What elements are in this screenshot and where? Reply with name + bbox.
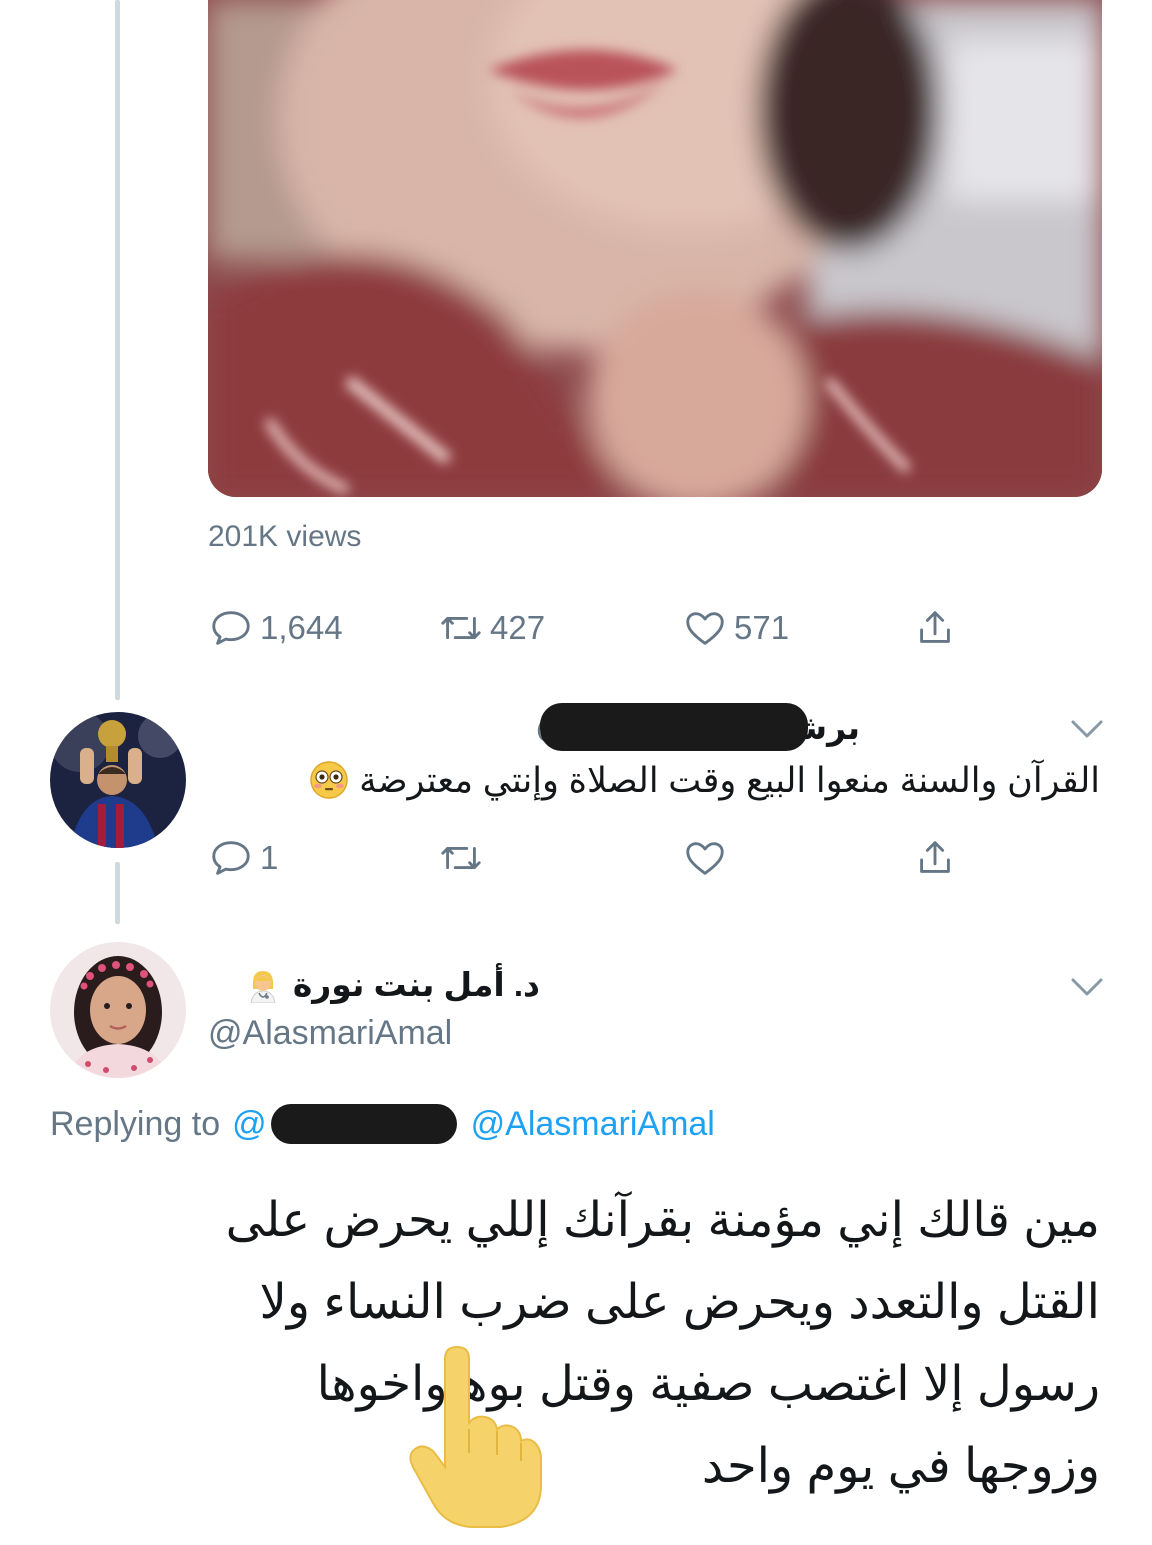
woman-health-worker-icon (250, 970, 276, 1003)
heart-icon (686, 612, 724, 645)
retweet-icon (441, 846, 481, 870)
tweet-line: مين قالك إني مؤمنة بقرآنك إللي يحرض على (225, 1194, 1100, 1247)
display-name[interactable]: د. أمل بنت نورة (293, 965, 540, 1004)
pointing-hand-icon (409, 1345, 542, 1528)
share-icon (920, 841, 950, 873)
retweet-count: 427 (490, 609, 546, 646)
speech-bubble-icon (212, 611, 250, 645)
reply-button[interactable]: 1,644 (208, 600, 343, 656)
redacted-handle (540, 703, 808, 751)
redacted-handle (270, 1104, 457, 1144)
like-button[interactable] (682, 830, 728, 886)
heart-icon (686, 842, 724, 875)
replying-handle-link[interactable]: @AlasmariAmal (471, 1105, 715, 1144)
tweet-thread: 201K views 1,644 427 571 القرآن والسنة م… (0, 0, 1152, 1545)
reply-one-text: القرآن والسنة منعوا البيع وقت الصلاة وإن… (299, 760, 1100, 801)
thread-line-middle (115, 862, 120, 924)
reply-one-actions: 1 (208, 830, 988, 886)
avatar[interactable] (50, 712, 186, 848)
retweet-button[interactable]: 427 (438, 600, 545, 656)
reply-button[interactable]: 1 (208, 830, 278, 886)
chevron-down-icon[interactable] (1070, 976, 1104, 998)
user-handle[interactable]: @AlasmariAmal (208, 1014, 452, 1053)
like-button[interactable]: 571 (682, 600, 789, 656)
avatar[interactable] (50, 942, 186, 1078)
like-count: 571 (734, 609, 790, 646)
video-thumbnail[interactable] (208, 0, 1102, 497)
views-count: 201K views (208, 520, 362, 553)
replying-at[interactable]: @ (232, 1105, 267, 1144)
tweet-line: القتل والتعدد ويحرض على ضرب النساء ولا (259, 1276, 1100, 1329)
tweet-line: وزوجها في يوم واحد (701, 1440, 1100, 1493)
tweet-body: القرآن والسنة منعوا البيع وقت الصلاة وإن… (359, 761, 1100, 800)
replying-label: Replying to (50, 1104, 221, 1143)
chevron-down-icon[interactable] (1070, 718, 1104, 740)
tweet-actions: 1,644 427 571 (208, 600, 988, 656)
replying-to: Replying to @ @AlasmariAmal (50, 1104, 715, 1144)
retweet-button[interactable] (438, 830, 484, 886)
share-button[interactable] (912, 600, 958, 656)
retweet-icon (441, 616, 481, 640)
share-button[interactable] (912, 830, 958, 886)
flushed-face-icon (310, 761, 349, 799)
share-icon (920, 611, 950, 643)
tweet-line: رسول إلا اغتصب صفية وقتل بوهاواخوها (316, 1358, 1100, 1411)
thread-line-top (115, 0, 120, 700)
reply-count: 1,644 (260, 609, 343, 646)
reply-two-header: د. أمل بنت نورة (245, 965, 540, 1004)
speech-bubble-icon (212, 841, 250, 875)
tweet-body: مين قالك إني مؤمنة بقرآنك إللي يحرض على … (40, 1180, 1100, 1508)
reply-count: 1 (260, 839, 279, 876)
